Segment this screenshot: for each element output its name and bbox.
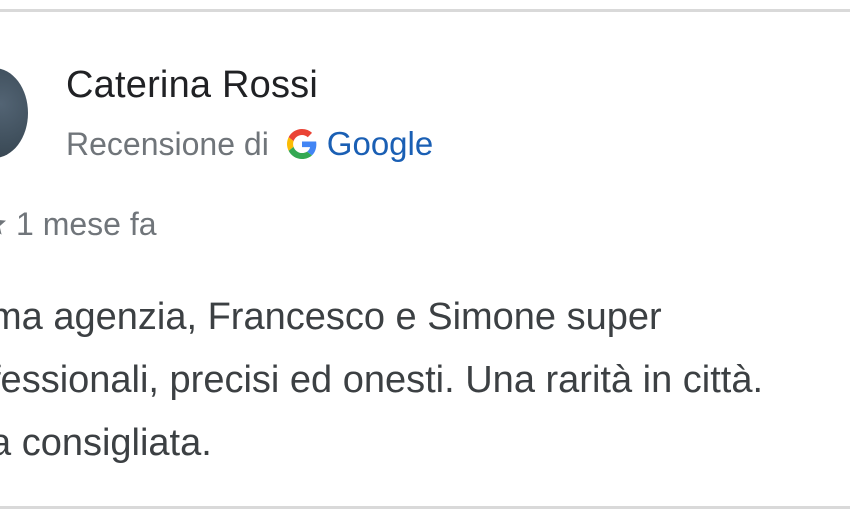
review-line: ma agenzia, Francesco e Simone super	[0, 296, 662, 338]
rating-row: 1 mese fa	[0, 202, 157, 246]
source-label: Recensione di	[66, 125, 269, 162]
review-body: ma agenzia, Francesco e Simone super fes…	[0, 286, 850, 475]
google-link[interactable]: Google	[327, 125, 433, 163]
google-g-icon[interactable]	[286, 129, 317, 159]
star-icon	[0, 209, 8, 239]
author-name[interactable]: Caterina Rossi	[66, 64, 318, 107]
review-line: a consigliata.	[0, 422, 212, 464]
review-source: Recensione di Google	[66, 122, 433, 166]
review-time: 1 mese fa	[16, 205, 157, 242]
review-screen: Caterina Rossi Recensione di Google 1 me…	[0, 0, 850, 512]
review-line: fessionali, precisi ed onesti. Una rarit…	[0, 359, 764, 401]
